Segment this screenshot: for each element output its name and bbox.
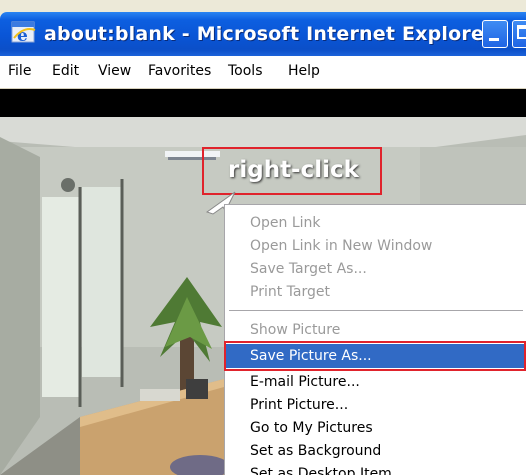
menu-file[interactable]: File	[8, 63, 31, 79]
menu-item-print-picture[interactable]: Print Picture...	[226, 393, 526, 417]
menu-item-go-to-my-pictures[interactable]: Go to My Pictures	[226, 416, 526, 440]
address-strip	[0, 89, 526, 117]
title-bar[interactable]: e about:blank - Microsoft Internet Explo…	[0, 12, 526, 56]
menu-separator	[229, 310, 523, 312]
window-title: about:blank - Microsoft Internet Explore…	[44, 23, 494, 45]
menu-item-set-as-desktop-item[interactable]: Set as Desktop Item...	[226, 462, 526, 475]
internet-explorer-icon: e	[11, 21, 36, 46]
right-click-label: right-click	[228, 157, 359, 183]
context-menu: Open Link Open Link in New Window Save T…	[224, 204, 526, 475]
menu-help[interactable]: Help	[288, 63, 320, 79]
menu-item-open-link-new-window: Open Link in New Window	[250, 238, 433, 254]
menu-item-email-picture[interactable]: E-mail Picture...	[226, 370, 526, 394]
menu-item-set-as-background[interactable]: Set as Background	[226, 439, 526, 463]
menu-item-save-target-as: Save Target As...	[250, 261, 367, 277]
minimize-button[interactable]	[482, 20, 508, 48]
menu-item-print-target: Print Target	[250, 284, 330, 300]
minimize-icon	[489, 38, 499, 41]
menu-tools[interactable]: Tools	[228, 63, 263, 79]
menu-item-show-picture: Show Picture	[250, 322, 341, 338]
menu-favorites[interactable]: Favorites	[148, 63, 211, 79]
maximize-icon	[517, 25, 526, 39]
menu-view[interactable]: View	[98, 63, 131, 79]
save-picture-callout-box	[224, 341, 526, 371]
menu-item-open-link: Open Link	[250, 215, 321, 231]
menu-edit[interactable]: Edit	[52, 63, 79, 79]
maximize-button[interactable]	[512, 20, 526, 48]
menu-bar: File Edit View Favorites Tools Help	[0, 56, 526, 89]
browser-window: e about:blank - Microsoft Internet Explo…	[0, 0, 526, 475]
